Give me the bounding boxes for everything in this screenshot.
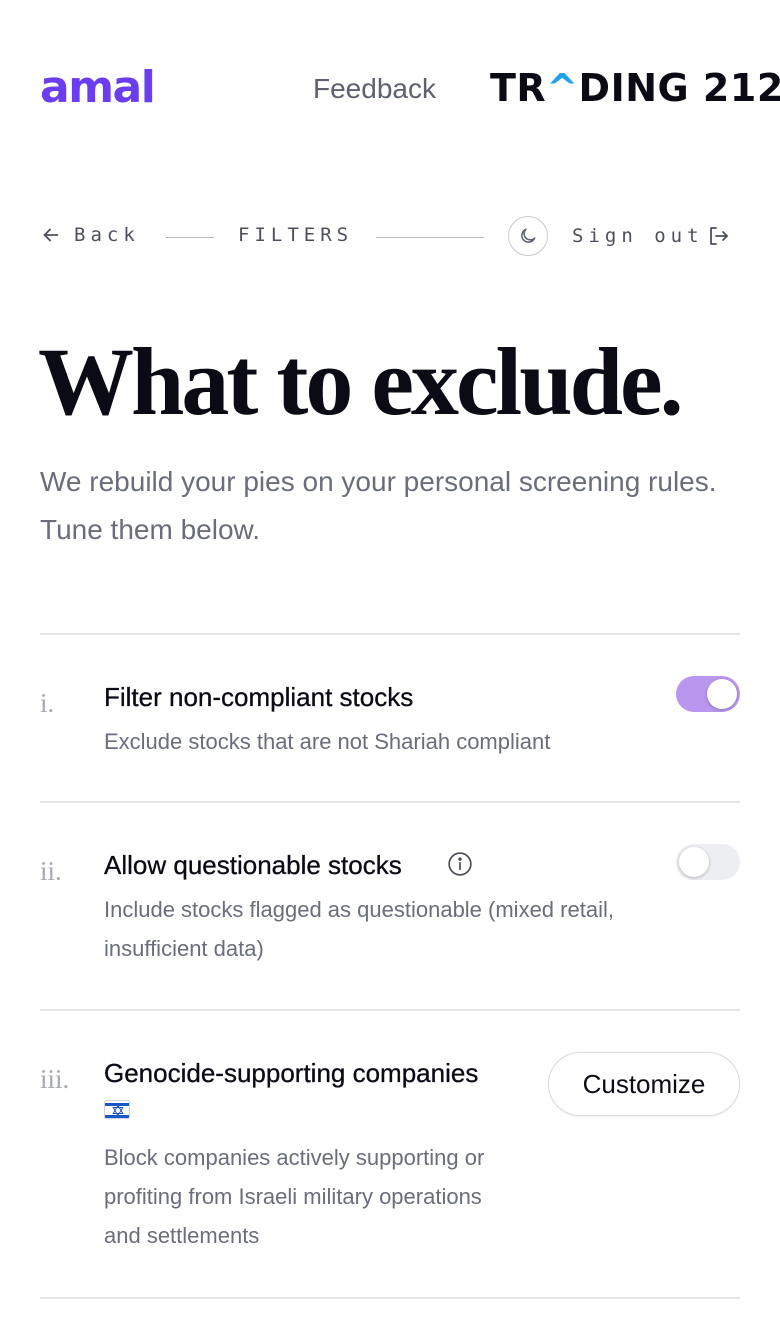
back-button[interactable]: Back: [40, 224, 140, 246]
toggle-knob: [679, 847, 709, 877]
rule-description: Include stocks flagged as questionable (…: [104, 897, 614, 961]
flag-stripe-bottom: [105, 1115, 129, 1118]
rule-divider: [40, 801, 740, 803]
back-label: Back: [74, 224, 140, 246]
brand-logo[interactable]: amal: [40, 62, 156, 114]
theme-toggle-button[interactable]: [508, 216, 548, 256]
filters-nav: Back FILTERS Sign out: [40, 216, 740, 258]
rule-divider: [40, 633, 740, 635]
broker-logo-part2: DING 212: [578, 66, 780, 110]
rule-number: iii.: [40, 1064, 70, 1094]
rule-title: Allow questionable stocks: [104, 850, 402, 880]
rule-divider: [40, 1009, 740, 1011]
info-icon[interactable]: [447, 851, 473, 877]
israel-flag-icon: [104, 1100, 130, 1119]
feedback-link[interactable]: Feedback: [313, 72, 436, 106]
rule-description: Block companies actively supporting or p…: [104, 1145, 485, 1248]
nav-divider-right: [376, 237, 484, 238]
broker-logo: TR^DING 212: [490, 64, 780, 112]
rule-description: Exclude stocks that are not Shariah comp…: [104, 729, 551, 754]
sign-out-button[interactable]: Sign out: [572, 224, 730, 248]
nav-divider-left: [166, 237, 214, 238]
allow-questionable-toggle[interactable]: [676, 844, 740, 880]
section-label: FILTERS: [238, 224, 354, 246]
rule-title: Genocide-supporting companies: [104, 1058, 479, 1088]
broker-logo-caret: ^: [546, 66, 579, 110]
page-subtitle: We rebuild your pies on your personal sc…: [40, 466, 717, 545]
filter-noncompliant-toggle[interactable]: [676, 676, 740, 712]
sign-out-icon: [709, 227, 728, 245]
rule-divider: [40, 1297, 740, 1299]
moon-icon: [521, 228, 536, 243]
toggle-knob: [707, 679, 737, 709]
rule-title: Filter non-compliant stocks: [104, 682, 414, 712]
arrow-left-icon: [43, 228, 59, 242]
page: amal Feedback TR^DING 212 Back FILTERS S…: [0, 0, 780, 1328]
sign-out-label: Sign out: [572, 225, 704, 247]
customize-button[interactable]: Customize: [548, 1052, 740, 1116]
broker-logo-part1: TR: [490, 66, 547, 110]
rule-number: i.: [40, 688, 55, 718]
page-title: What to exclude.: [38, 328, 684, 435]
rule-number: ii.: [40, 856, 62, 886]
